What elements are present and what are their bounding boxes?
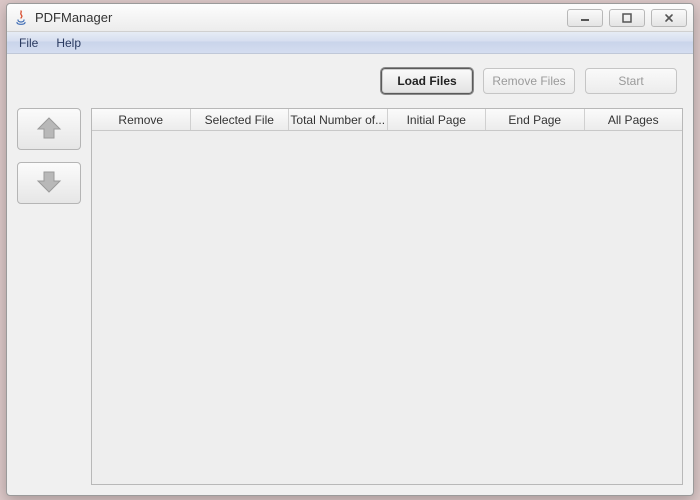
load-files-button[interactable]: Load Files: [381, 68, 473, 94]
remove-files-button[interactable]: Remove Files: [483, 68, 575, 94]
content-area: Load Files Remove Files Start: [7, 54, 693, 495]
arrow-up-icon: [34, 115, 64, 144]
col-remove[interactable]: Remove: [92, 109, 191, 130]
app-window: PDFManager File Help Load Files Remove F…: [6, 3, 694, 496]
menubar: File Help: [7, 32, 693, 54]
move-up-button[interactable]: [17, 108, 81, 150]
start-button[interactable]: Start: [585, 68, 677, 94]
window-controls: [567, 9, 687, 27]
maximize-button[interactable]: [609, 9, 645, 27]
col-end-page[interactable]: End Page: [486, 109, 585, 130]
menu-help[interactable]: Help: [48, 34, 89, 52]
window-title: PDFManager: [35, 10, 567, 25]
action-row: Load Files Remove Files Start: [17, 62, 683, 94]
col-total-number[interactable]: Total Number of...: [289, 109, 388, 130]
col-initial-page[interactable]: Initial Page: [388, 109, 487, 130]
close-button[interactable]: [651, 9, 687, 27]
table-header: Remove Selected File Total Number of... …: [92, 109, 682, 131]
minimize-button[interactable]: [567, 9, 603, 27]
reorder-controls: [17, 108, 81, 485]
col-all-pages[interactable]: All Pages: [585, 109, 683, 130]
arrow-down-icon: [34, 169, 64, 198]
main-row: Remove Selected File Total Number of... …: [17, 108, 683, 485]
files-table: Remove Selected File Total Number of... …: [91, 108, 683, 485]
table-body: [92, 131, 682, 484]
java-icon: [13, 10, 29, 26]
col-selected-file[interactable]: Selected File: [191, 109, 290, 130]
titlebar: PDFManager: [7, 4, 693, 32]
menu-file[interactable]: File: [11, 34, 46, 52]
move-down-button[interactable]: [17, 162, 81, 204]
